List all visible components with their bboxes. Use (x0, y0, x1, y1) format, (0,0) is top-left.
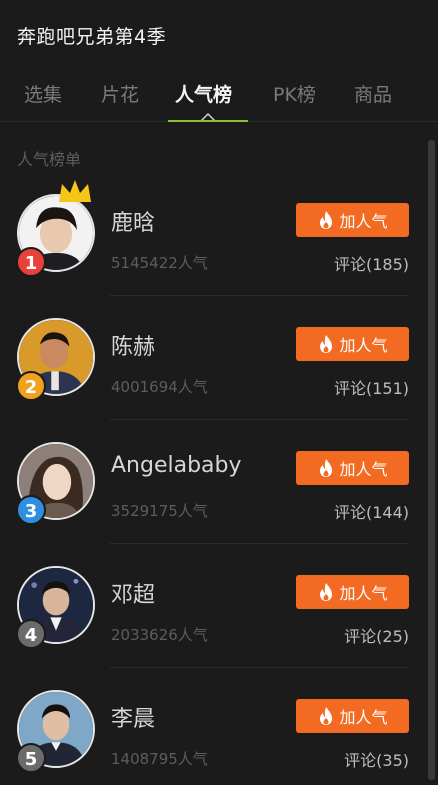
comments-link[interactable]: 评论(151) (334, 375, 409, 399)
flame-icon (320, 335, 333, 353)
comments-link[interactable]: 评论(25) (344, 623, 409, 647)
flame-icon (320, 211, 333, 229)
ranking-row: 5 李晨 1408795人气 加人气 评论(35) (0, 668, 428, 785)
popularity-count: 5145422人气 (111, 254, 208, 272)
contestant-name[interactable]: Angelababy (111, 453, 242, 478)
ranking-row: 1 鹿晗 5145422人气 加人气 评论(185) (0, 172, 428, 296)
ranking-row: 2 陈赫 4001694人气 加人气 评论(151) (0, 296, 428, 420)
add-popularity-label: 加人气 (339, 336, 388, 355)
contestant-name[interactable]: 陈赫 (111, 329, 155, 361)
tab-popularity[interactable]: 人气榜 (175, 80, 232, 107)
tab-bar: 选集 片花 人气榜 PK榜 商品 (0, 68, 438, 122)
rank-badge: 1 (16, 247, 46, 277)
rank-badge: 5 (16, 743, 46, 773)
rank-badge: 2 (16, 371, 46, 401)
flame-icon (320, 707, 333, 725)
add-popularity-button[interactable]: 加人气 (296, 699, 409, 733)
scrollbar-thumb[interactable] (428, 140, 435, 780)
ranking-row: 4 邓超 2033626人气 加人气 评论(25) (0, 544, 428, 668)
popularity-count: 3529175人气 (111, 502, 208, 520)
tab-clips[interactable]: 片花 (101, 80, 139, 107)
add-popularity-label: 加人气 (339, 584, 388, 603)
comments-link[interactable]: 评论(35) (344, 747, 409, 771)
header: 奔跑吧兄弟第4季 (0, 0, 438, 68)
popularity-count: 2033626人气 (111, 626, 208, 644)
flame-icon (320, 583, 333, 601)
scrollbar[interactable] (428, 140, 435, 780)
section-label: 人气榜单 (17, 150, 82, 169)
flame-icon (320, 459, 333, 477)
crown-icon (59, 180, 91, 202)
tab-episodes[interactable]: 选集 (24, 80, 62, 107)
add-popularity-button[interactable]: 加人气 (296, 203, 409, 237)
tab-products[interactable]: 商品 (354, 80, 392, 107)
contestant-name[interactable]: 邓超 (111, 577, 155, 609)
popularity-count: 4001694人气 (111, 378, 208, 396)
contestant-name[interactable]: 李晨 (111, 701, 155, 733)
active-tab-indicator (168, 120, 248, 122)
comments-link[interactable]: 评论(144) (334, 499, 409, 523)
ranking-row: 3 Angelababy 3529175人气 加人气 评论(144) (0, 420, 428, 544)
add-popularity-button[interactable]: 加人气 (296, 451, 409, 485)
add-popularity-label: 加人气 (339, 460, 388, 479)
add-popularity-button[interactable]: 加人气 (296, 327, 409, 361)
popularity-count: 1408795人气 (111, 750, 208, 768)
add-popularity-button[interactable]: 加人气 (296, 575, 409, 609)
add-popularity-label: 加人气 (339, 212, 388, 231)
contestant-name[interactable]: 鹿晗 (111, 205, 155, 237)
rank-badge: 3 (16, 495, 46, 525)
rank-badge: 4 (16, 619, 46, 649)
show-title: 奔跑吧兄弟第4季 (17, 26, 167, 48)
active-tab-caret-icon (201, 113, 215, 120)
tab-pk[interactable]: PK榜 (273, 80, 316, 107)
ranking-list: 1 鹿晗 5145422人气 加人气 评论(185) 2 陈赫 4001694人… (0, 172, 428, 785)
comments-link[interactable]: 评论(185) (334, 251, 409, 275)
add-popularity-label: 加人气 (339, 708, 388, 727)
